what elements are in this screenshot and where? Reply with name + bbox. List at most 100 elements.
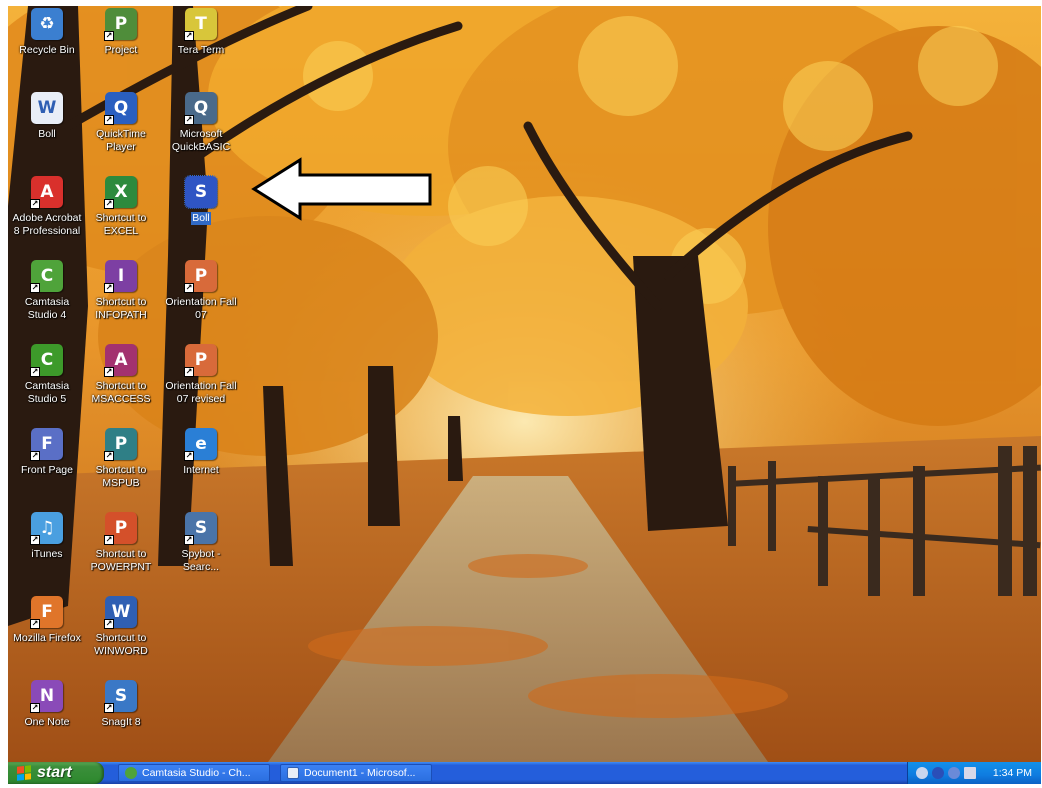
desktop-icon-shortcut-winword[interactable]: W ↗ Shortcut to WINWORD <box>80 596 162 680</box>
desktop-icon-label: Boll <box>38 128 56 140</box>
shortcut-arrow-icon: ↗ <box>104 703 114 713</box>
desktop-icon-camtasia-studio-5[interactable]: C ↗ Camtasia Studio 5 <box>8 344 88 428</box>
skype-tray-icon[interactable] <box>916 767 928 779</box>
clock[interactable]: 1:34 PM <box>993 767 1032 779</box>
desktop-icon-microsoft-quickbasic[interactable]: Q ↗ Microsoft QuickBASIC <box>160 92 242 176</box>
desktop-icon-boll-document[interactable]: W Boll <box>8 92 88 176</box>
network-tray-icon[interactable] <box>932 767 944 779</box>
desktop-icon-boll-skype[interactable]: S Boll <box>160 175 242 260</box>
desktop-icon-project[interactable]: P ↗ Project <box>80 8 162 92</box>
shortcut-excel-icon: X ↗ <box>104 176 137 209</box>
desktop-icon-adobe-acrobat[interactable]: A ↗ Adobe Acrobat 8 Professional <box>8 176 88 260</box>
shortcut-arrow-icon: ↗ <box>184 451 194 461</box>
shortcut-mspub-icon: P ↗ <box>104 428 137 461</box>
shortcut-arrow-icon: ↗ <box>184 31 194 41</box>
desktop-icon-label: Boll <box>191 212 211 225</box>
shortcut-arrow-icon: ↗ <box>184 283 194 293</box>
desktop-icon-label: Adobe Acrobat 8 Professional <box>12 212 82 237</box>
shortcut-arrow-icon: ↗ <box>104 535 114 545</box>
desktop-icon-label: Orientation Fall 07 revised <box>165 380 237 405</box>
desktop-icon-front-page[interactable]: F ↗ Front Page <box>8 428 88 512</box>
calendar-tray-icon[interactable] <box>964 767 976 779</box>
shortcut-arrow-icon: ↗ <box>30 283 40 293</box>
snagit-8-icon: S ↗ <box>104 680 137 713</box>
shortcut-arrow-icon: ↗ <box>104 31 114 41</box>
desktop-icon-shortcut-msaccess[interactable]: A ↗ Shortcut to MSACCESS <box>80 344 162 428</box>
desktop-icon-itunes[interactable]: ♫ ↗ iTunes <box>8 512 88 596</box>
desktop-icon-label: Internet <box>183 464 219 476</box>
shortcut-arrow-icon: ↗ <box>104 199 114 209</box>
shortcut-arrow-icon: ↗ <box>30 619 40 629</box>
adobe-acrobat-icon: A ↗ <box>30 176 63 209</box>
desktop-icon-label: Spybot - Searc... <box>181 548 221 573</box>
mozilla-firefox-icon: F ↗ <box>30 596 63 629</box>
desktop-icon-tera-term[interactable]: T ↗ Tera Term <box>160 8 242 92</box>
camtasia-studio-5-icon: C ↗ <box>30 344 63 377</box>
project-icon: P ↗ <box>104 8 137 41</box>
desktop-icon-label: Front Page <box>21 464 73 476</box>
shortcut-arrow-icon: ↗ <box>104 451 114 461</box>
word-document-icon <box>287 767 299 779</box>
desktop-icon-label: Shortcut to POWERPNT <box>90 548 152 573</box>
shortcut-arrow-icon: ↗ <box>30 703 40 713</box>
desktop-icon-shortcut-powerpnt[interactable]: P ↗ Shortcut to POWERPNT <box>80 512 162 596</box>
shortcut-arrow-icon: ↗ <box>184 535 194 545</box>
desktop-icon-label: Shortcut to MSPUB <box>95 464 147 489</box>
boll-document-icon: W <box>31 92 63 124</box>
recycle-bin-icon: ♻ <box>31 8 63 40</box>
desktop-icon-label: One Note <box>24 716 70 728</box>
desktop-icon-shortcut-mspub[interactable]: P ↗ Shortcut to MSPUB <box>80 428 162 512</box>
shortcut-arrow-icon: ↗ <box>30 451 40 461</box>
desktop-icon-label: Camtasia Studio 5 <box>24 380 70 405</box>
shortcut-arrow-icon: ↗ <box>30 199 40 209</box>
orientation-fall-07-icon: P ↗ <box>184 260 217 293</box>
desktop-icon-recycle-bin[interactable]: ♻ Recycle Bin <box>8 8 88 92</box>
desktop-icon-orientation-fall-07[interactable]: P ↗ Orientation Fall 07 <box>160 260 242 344</box>
desktop-icon-internet[interactable]: e ↗ Internet <box>160 428 242 512</box>
taskbar: start Camtasia Studio - Ch... Document1 … <box>8 762 1041 784</box>
desktop-icon-label: Camtasia Studio 4 <box>24 296 70 321</box>
desktop-icon-camtasia-studio-4[interactable]: C ↗ Camtasia Studio 4 <box>8 260 88 344</box>
desktop-screen: ♻ Recycle Bin P ↗ Project T ↗ Tera Term W Boll Q ↗ Q… <box>8 6 1041 784</box>
task-label: Document1 - Microsof... <box>304 767 416 779</box>
desktop-icon-label: Mozilla Firefox <box>13 632 81 644</box>
desktop-icon-label: Tera Term <box>177 44 225 56</box>
desktop-icon-spybot-search[interactable]: S ↗ Spybot - Searc... <box>160 512 242 596</box>
desktop-icon-label: Recycle Bin <box>19 44 75 56</box>
taskbar-button-document1-word[interactable]: Document1 - Microsof... <box>280 764 432 782</box>
desktop-icon-label: Shortcut to WINWORD <box>94 632 148 657</box>
desktop-icon-label: iTunes <box>31 548 63 560</box>
taskbar-button-camtasia-studio[interactable]: Camtasia Studio - Ch... <box>118 764 270 782</box>
desktop-icon-orientation-fall-07-revised[interactable]: P ↗ Orientation Fall 07 revised <box>160 344 242 428</box>
camtasia-icon <box>125 767 137 779</box>
shortcut-arrow-icon: ↗ <box>184 115 194 125</box>
desktop-icon-label: QuickTime Player <box>96 128 146 153</box>
shortcut-arrow-icon: ↗ <box>30 367 40 377</box>
shortcut-arrow-icon: ↗ <box>184 367 194 377</box>
windows-flag-icon <box>17 765 31 781</box>
system-tray: 1:34 PM <box>907 762 1041 784</box>
desktop-icon-label: Project <box>104 44 138 56</box>
shortcut-arrow-icon: ↗ <box>104 115 114 125</box>
desktop-icon-snagit-8[interactable]: S ↗ SnagIt 8 <box>80 680 162 764</box>
desktop-icon-shortcut-infopath[interactable]: I ↗ Shortcut to INFOPATH <box>80 260 162 344</box>
desktop-icon-label: SnagIt 8 <box>101 716 141 728</box>
shortcut-arrow-icon: ↗ <box>104 283 114 293</box>
shortcut-arrow-icon: ↗ <box>104 619 114 629</box>
start-button[interactable]: start <box>8 762 104 784</box>
desktop-icon-mozilla-firefox[interactable]: F ↗ Mozilla Firefox <box>8 596 88 680</box>
shortcut-msaccess-icon: A ↗ <box>104 344 137 377</box>
shortcut-powerpnt-icon: P ↗ <box>104 512 137 545</box>
desktop-icon-one-note[interactable]: N ↗ One Note <box>8 680 88 764</box>
spybot-search-icon: S ↗ <box>184 512 217 545</box>
start-label: start <box>37 764 72 781</box>
desktop-icon-label: Shortcut to INFOPATH <box>95 296 147 321</box>
desktop-icon-label: Shortcut to MSACCESS <box>91 380 151 405</box>
desktop-icon-label: Orientation Fall 07 <box>165 296 237 321</box>
desktop-icon-quicktime-player[interactable]: Q ↗ QuickTime Player <box>80 92 162 176</box>
internet-icon: e ↗ <box>184 428 217 461</box>
itunes-icon: ♫ ↗ <box>30 512 63 545</box>
desktop-icon-shortcut-excel[interactable]: X ↗ Shortcut to EXCEL <box>80 176 162 260</box>
media-tray-icon[interactable] <box>948 767 960 779</box>
front-page-icon: F ↗ <box>30 428 63 461</box>
